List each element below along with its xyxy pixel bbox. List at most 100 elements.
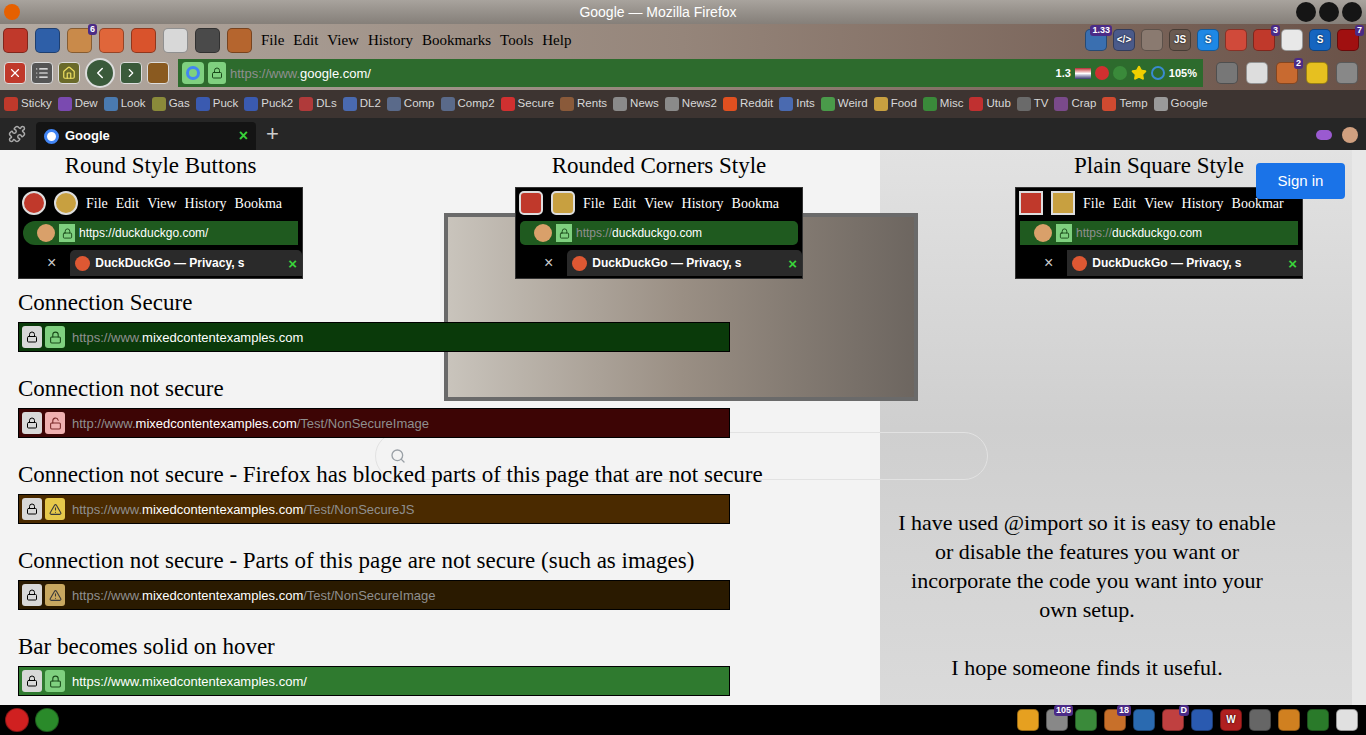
bookmark-item[interactable]: Temp bbox=[1102, 95, 1147, 112]
taskbar-icon[interactable] bbox=[1307, 709, 1329, 731]
menu-item[interactable]: View bbox=[327, 29, 359, 52]
window-control[interactable] bbox=[1342, 2, 1362, 22]
url-bar-sample[interactable]: https://www.mixedcontentexamples.com/Tes… bbox=[18, 580, 730, 610]
toolbar-icon[interactable] bbox=[1281, 29, 1303, 51]
toolbar-icon[interactable]: 3 bbox=[1253, 29, 1275, 51]
bookmark-item[interactable]: TV bbox=[1017, 95, 1049, 112]
url-bar-sample[interactable]: https://www.mixedcontentexamples.com bbox=[18, 322, 730, 352]
sign-in-button[interactable]: Sign in bbox=[1256, 163, 1345, 199]
account-icon[interactable] bbox=[1342, 127, 1358, 143]
toolbar-icon[interactable] bbox=[1225, 29, 1247, 51]
home-icon[interactable] bbox=[58, 62, 80, 84]
bookmark-item[interactable]: Comp2 bbox=[441, 95, 495, 112]
taskbar-icon[interactable] bbox=[1278, 709, 1300, 731]
taskbar-icon[interactable] bbox=[1249, 709, 1271, 731]
close-button[interactable]: × bbox=[544, 255, 553, 271]
toolbar-icon[interactable]: 6 bbox=[67, 28, 92, 53]
url-host: mixedcontentexamples.com bbox=[142, 330, 303, 345]
taskbar-icon[interactable] bbox=[1133, 709, 1155, 731]
toolbar-icon[interactable] bbox=[227, 28, 252, 53]
tab[interactable]: Google× bbox=[36, 122, 256, 150]
new-tab-button[interactable]: + bbox=[266, 123, 279, 145]
bookmark-item[interactable]: Puck bbox=[196, 95, 239, 112]
toolbar-icon[interactable] bbox=[3, 28, 28, 53]
taskbar-icon[interactable]: 105 bbox=[1046, 709, 1068, 731]
toolbar-icon[interactable] bbox=[1246, 62, 1268, 84]
bookmark-item[interactable]: Comp bbox=[387, 95, 435, 112]
back-button[interactable] bbox=[85, 58, 115, 88]
bookmark-star-icon[interactable] bbox=[1131, 65, 1147, 81]
toolbar-icon[interactable] bbox=[1336, 62, 1358, 84]
taskbar-icon[interactable]: D bbox=[1162, 709, 1184, 731]
toolbar-icon[interactable] bbox=[195, 28, 220, 53]
bookmark-item[interactable]: Ints bbox=[779, 95, 815, 112]
taskbar-icon[interactable] bbox=[1336, 709, 1358, 731]
bookmark-item[interactable]: Secure bbox=[501, 95, 554, 112]
bookmark-item[interactable]: Rents bbox=[560, 95, 607, 112]
toolbar-icon[interactable] bbox=[1216, 62, 1238, 84]
toolbar-icon[interactable]: 2 bbox=[1276, 62, 1298, 84]
toolbar-icon[interactable] bbox=[35, 28, 60, 53]
taskbar-icon[interactable] bbox=[1017, 709, 1039, 731]
url-bar-sample[interactable]: http://www.mixedcontentexamples.com/Test… bbox=[18, 408, 730, 438]
toolbar-icon[interactable] bbox=[1306, 62, 1328, 84]
toolbar-icon[interactable] bbox=[163, 28, 188, 53]
window-control[interactable] bbox=[1296, 2, 1316, 22]
tab-close-button[interactable]: × bbox=[288, 256, 297, 271]
bookmark-item[interactable]: Utub bbox=[969, 95, 1010, 112]
private-mask-icon bbox=[1316, 130, 1332, 140]
taskbar-icon[interactable]: 18 bbox=[1104, 709, 1126, 731]
toolbar-icon[interactable] bbox=[99, 28, 124, 53]
menu-item[interactable]: Edit bbox=[293, 29, 318, 52]
forward-button[interactable] bbox=[120, 62, 142, 84]
taskbar-icon[interactable] bbox=[5, 708, 29, 732]
bookmark-item[interactable]: Look bbox=[104, 95, 146, 112]
bookmark-item[interactable]: News2 bbox=[665, 95, 717, 112]
close-icon[interactable] bbox=[4, 62, 26, 84]
toolbar-icon[interactable] bbox=[1141, 29, 1163, 51]
list-icon[interactable] bbox=[31, 62, 53, 84]
bookmark-item[interactable]: News bbox=[613, 95, 659, 112]
preview-tab-bar: ×DuckDuckGo — Privacy, s× bbox=[516, 248, 802, 278]
toolbar-icon[interactable]: S bbox=[1309, 29, 1331, 51]
bookmark-item[interactable]: Misc bbox=[923, 95, 964, 112]
url-bar-sample[interactable]: https://www.mixedcontentexamples.com/ bbox=[18, 666, 730, 696]
bookmark-item[interactable]: Reddit bbox=[723, 95, 773, 112]
bookmark-item[interactable]: Sticky bbox=[4, 95, 52, 112]
bookmark-item[interactable]: Weird bbox=[821, 95, 868, 112]
bookmark-item[interactable]: Dew bbox=[58, 95, 98, 112]
bookmark-menu-icon[interactable] bbox=[147, 62, 169, 84]
toolbar-icon[interactable]: 1.33 bbox=[1085, 29, 1107, 51]
bookmark-item[interactable]: Food bbox=[874, 95, 917, 112]
reload-icon[interactable] bbox=[1151, 66, 1165, 80]
window-control[interactable] bbox=[1319, 2, 1339, 22]
menu-item[interactable]: File bbox=[261, 29, 284, 52]
bookmark-item[interactable]: Google bbox=[1154, 95, 1208, 112]
taskbar-icon[interactable] bbox=[1075, 709, 1097, 731]
bookmark-item[interactable]: DL2 bbox=[343, 95, 381, 112]
toolbar-icon[interactable] bbox=[131, 28, 156, 53]
toolbar-icon[interactable]: JS bbox=[1169, 29, 1191, 51]
menu-item[interactable]: Bookmarks bbox=[422, 29, 491, 52]
bookmark-item[interactable]: Gas bbox=[152, 95, 190, 112]
bookmark-item[interactable]: Crap bbox=[1054, 95, 1096, 112]
menu-item[interactable]: Help bbox=[542, 29, 571, 52]
close-button[interactable]: × bbox=[47, 255, 56, 271]
taskbar-icon[interactable] bbox=[35, 708, 59, 732]
taskbar-icon[interactable]: W bbox=[1220, 709, 1242, 731]
menu-item[interactable]: History bbox=[368, 29, 413, 52]
toolbar-icon[interactable]: 7 bbox=[1337, 29, 1359, 51]
close-button[interactable]: × bbox=[1044, 255, 1053, 271]
bookmark-item[interactable]: Puck2 bbox=[244, 95, 293, 112]
toolbar-icon[interactable]: S bbox=[1197, 29, 1219, 51]
taskbar-icon[interactable] bbox=[1191, 709, 1213, 731]
url-bar-sample[interactable]: https://www.mixedcontentexamples.com/Tes… bbox=[18, 494, 730, 524]
toolbar-icon[interactable]: </> bbox=[1113, 29, 1135, 51]
url-bar[interactable]: https://www.google.com/1.3105% bbox=[178, 59, 1203, 87]
tab-close-button[interactable]: × bbox=[239, 128, 248, 144]
tab-close-button[interactable]: × bbox=[1288, 256, 1297, 271]
bookmark-item[interactable]: DLs bbox=[299, 95, 336, 112]
tab-close-button[interactable]: × bbox=[788, 256, 797, 271]
extensions-icon[interactable] bbox=[8, 125, 26, 143]
menu-item[interactable]: Tools bbox=[500, 29, 533, 52]
